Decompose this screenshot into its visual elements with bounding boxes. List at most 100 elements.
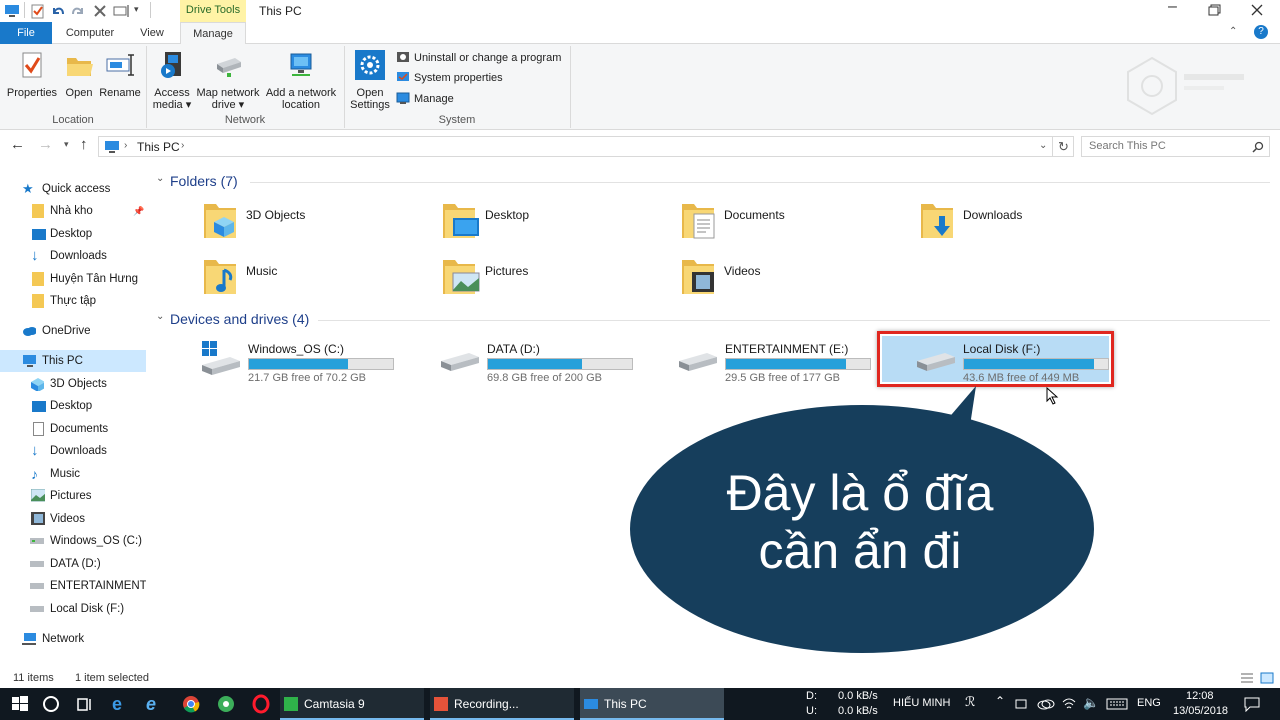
folders-collapse-chevron-icon[interactable]: ⌄ [156, 173, 164, 184]
up-arrow-icon[interactable]: ↑ [80, 136, 88, 153]
drives-collapse-chevron-icon[interactable]: ⌄ [156, 311, 164, 322]
breadcrumb-chevron-icon[interactable]: › [181, 140, 184, 151]
folders-section-header[interactable]: Folders (7) [170, 173, 238, 189]
taskbar-app-camtasia[interactable]: Camtasia 9 [280, 688, 424, 720]
forward-arrow-icon[interactable]: → [38, 136, 53, 153]
system-properties-button[interactable]: System properties [396, 69, 503, 87]
add-network-location-button[interactable]: Add a network location [262, 50, 340, 111]
nav-quick-item[interactable]: ↓ Downloads [0, 245, 146, 267]
taskbar-app-recording[interactable]: Recording... [430, 688, 574, 720]
nav-label: Documents [50, 423, 109, 435]
chrome-icon[interactable] [181, 694, 201, 714]
taskbar-app-this-pc[interactable]: This PC [580, 688, 724, 720]
drives-section-header[interactable]: Devices and drives (4) [170, 311, 309, 327]
nav-pc-item[interactable]: ♪ Music [0, 463, 146, 485]
properties-button[interactable]: Properties [6, 50, 58, 99]
action-center-icon[interactable] [1243, 696, 1261, 712]
undo-icon[interactable] [50, 3, 66, 19]
folder-item[interactable]: Desktop [441, 200, 661, 250]
open-settings-button[interactable]: Open Settings [348, 50, 392, 111]
nav-pc-item[interactable]: Pictures [0, 485, 146, 507]
volume-icon[interactable]: 🔈 [1083, 695, 1099, 711]
nav-this-pc[interactable]: This PC [0, 350, 146, 372]
folder-item[interactable]: Documents [680, 200, 900, 250]
tray-overflow-chevron-icon[interactable]: ⌃ [995, 694, 1005, 708]
search-input[interactable]: Search This PC [1081, 136, 1270, 157]
nav-pc-item[interactable]: Videos [0, 508, 146, 530]
back-arrow-icon[interactable]: ← [10, 136, 25, 153]
nav-quick-access[interactable]: ★ Quick access [0, 178, 146, 200]
open-button[interactable]: Open [58, 50, 100, 99]
help-icon[interactable]: ? [1254, 25, 1268, 39]
tray-device-icon[interactable] [1014, 697, 1030, 711]
pin-icon[interactable]: 📌 [133, 200, 144, 222]
task-view-icon[interactable] [75, 694, 95, 714]
address-dropdown-icon[interactable]: ⌄ [1039, 140, 1047, 151]
refresh-button[interactable]: ↻ [1053, 136, 1074, 157]
section-divider [318, 320, 1270, 321]
onedrive-tray-icon[interactable] [1037, 697, 1055, 711]
folder-item[interactable]: Downloads [919, 200, 1139, 250]
rename-qat-icon[interactable] [113, 3, 131, 19]
nav-pc-item[interactable]: ↓ Downloads [0, 440, 146, 462]
tab-view[interactable]: View [128, 22, 176, 44]
net-download-speed: 0.0 kB/s [838, 690, 878, 702]
net-download-label: D: [806, 690, 817, 702]
large-icons-view-icon[interactable] [1260, 672, 1274, 684]
uninstall-program-button[interactable]: Uninstall or change a program [396, 49, 561, 67]
rename-button[interactable]: Rename [98, 50, 142, 99]
close-button[interactable] [1251, 4, 1263, 16]
ie-browser-icon[interactable]: e [146, 694, 166, 714]
manage-button[interactable]: Manage [396, 90, 454, 108]
clock-date[interactable]: 13/05/2018 [1173, 705, 1228, 717]
nav-pc-item[interactable]: Windows_OS (C:) [0, 530, 146, 552]
folder-item[interactable]: Music [202, 256, 422, 306]
nav-pc-item[interactable]: ENTERTAINMENT (E:) [0, 575, 146, 597]
edge-browser-icon[interactable]: e [112, 694, 132, 714]
nav-pc-item[interactable]: Local Disk (F:) [0, 598, 146, 620]
people-icon[interactable]: ℛ [965, 694, 975, 710]
input-language[interactable]: ENG [1137, 697, 1161, 709]
nav-quick-item[interactable]: Huyện Tân Hưng [0, 268, 146, 290]
coccoc-browser-icon[interactable] [216, 694, 236, 714]
nav-quick-item[interactable]: Desktop [0, 223, 146, 245]
nav-quick-item[interactable]: Nhà kho 📌 [0, 200, 146, 222]
nav-onedrive[interactable]: OneDrive [0, 320, 146, 342]
recorder-icon [434, 697, 448, 711]
nav-network[interactable]: Network [0, 628, 146, 650]
delete-icon[interactable] [92, 3, 108, 19]
map-network-drive-button[interactable]: Map network drive ▾ [194, 50, 262, 111]
properties-qat-icon[interactable] [30, 3, 46, 19]
minimize-button[interactable]: – [1168, 0, 1177, 16]
recent-locations-chevron-icon[interactable]: ▾ [64, 139, 69, 150]
nav-pc-item[interactable]: 3D Objects [0, 373, 146, 395]
folder-item[interactable]: Pictures [441, 256, 661, 306]
nav-pc-item[interactable]: Documents [0, 418, 146, 440]
folder-item[interactable]: Videos [680, 256, 900, 306]
access-media-button[interactable]: Access media ▾ [150, 50, 194, 111]
windows-start-icon[interactable] [10, 694, 30, 714]
breadcrumb-separator-icon[interactable]: › [124, 140, 127, 151]
restore-button[interactable] [1208, 4, 1222, 16]
tab-computer[interactable]: Computer [58, 22, 122, 44]
address-field[interactable]: › This PC › ⌄ [98, 136, 1053, 157]
tab-manage[interactable]: Manage [180, 22, 246, 44]
qat-dropdown-icon[interactable]: ▾ [134, 4, 139, 15]
keyboard-icon[interactable] [1106, 697, 1128, 711]
drive-item[interactable]: Windows_OS (C:) 21.7 GB free of 70.2 GB [200, 335, 430, 387]
opera-icon[interactable] [251, 694, 271, 714]
user-name[interactable]: HIẾU MINH [893, 697, 950, 709]
ribbon-collapse-icon[interactable]: ⌃ [1229, 26, 1237, 37]
tab-file[interactable]: File [0, 22, 52, 44]
details-view-icon[interactable] [1240, 672, 1254, 684]
wifi-icon[interactable] [1061, 696, 1077, 712]
folder-item[interactable]: 3D Objects [202, 200, 422, 250]
access-media-icon [161, 52, 181, 78]
nav-quick-item[interactable]: Thực tập [0, 290, 146, 312]
breadcrumb-this-pc[interactable]: This PC [137, 140, 180, 154]
redo-icon[interactable] [70, 3, 86, 19]
clock-time[interactable]: 12:08 [1186, 690, 1214, 702]
nav-pc-item[interactable]: DATA (D:) [0, 553, 146, 575]
search-circle-icon[interactable] [41, 694, 61, 714]
nav-pc-item[interactable]: Desktop [0, 395, 146, 417]
